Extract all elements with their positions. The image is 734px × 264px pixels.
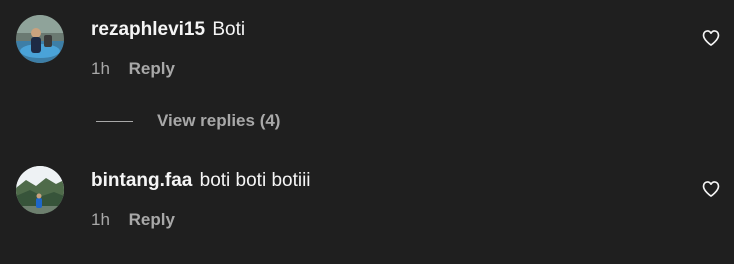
comment-meta: 1h Reply (91, 209, 175, 231)
heart-icon[interactable] (701, 28, 721, 48)
avatar[interactable] (16, 166, 64, 214)
view-replies-button[interactable]: View replies (4) (96, 110, 280, 132)
view-replies-divider (96, 120, 133, 122)
reply-button[interactable]: Reply (129, 210, 175, 229)
username-link[interactable]: bintang.faa (91, 170, 192, 191)
comment-text-line: bintang.faa boti boti botiii (91, 169, 311, 193)
heart-icon[interactable] (701, 179, 721, 199)
avatar-photo-icon (16, 166, 64, 214)
comment-timestamp: 1h (91, 59, 110, 78)
comment-thread: rezaphlevi15 Boti 1h Reply View replies … (0, 0, 734, 264)
comment-text-line: rezaphlevi15 Boti (91, 18, 245, 42)
comment-timestamp: 1h (91, 210, 110, 229)
username-link[interactable]: rezaphlevi15 (91, 19, 205, 40)
comment-meta: 1h Reply (91, 58, 175, 80)
view-replies-label: View replies (4) (157, 111, 281, 130)
avatar-photo-icon (16, 15, 64, 63)
avatar[interactable] (16, 15, 64, 63)
comment-body: Boti (212, 19, 246, 40)
reply-button[interactable]: Reply (129, 59, 175, 78)
comment-body: boti boti botiii (199, 170, 311, 191)
